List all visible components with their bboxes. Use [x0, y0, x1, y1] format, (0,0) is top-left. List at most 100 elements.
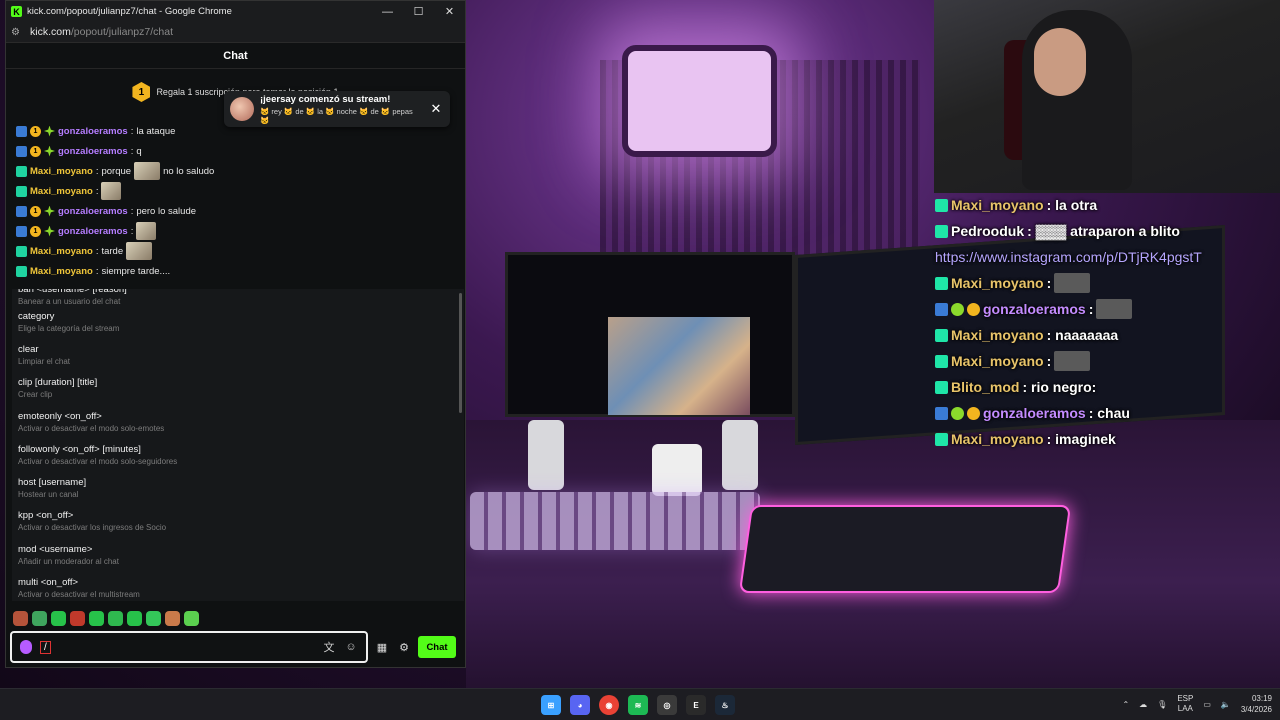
send-chat-button[interactable]: Chat: [418, 636, 456, 658]
settings-gear-icon[interactable]: ⚙: [396, 641, 412, 654]
chat-username[interactable]: gonzaloeramos: [58, 146, 128, 157]
command-item[interactable]: category Elige la categoría del stream: [12, 305, 464, 338]
command-item[interactable]: multi <on_off> Activar o desactivar el mu…: [12, 571, 464, 601]
command-name: host [username]: [18, 477, 87, 489]
monitor-icon[interactable]: ▭: [1203, 700, 1211, 709]
volume-icon[interactable]: 🔈: [1221, 700, 1231, 709]
overlay-chat-line: Maxi_moyano:: [935, 348, 1255, 374]
chat-username[interactable]: Maxi_moyano: [30, 266, 93, 277]
discord-icon[interactable]: ◕: [570, 695, 590, 715]
microphone-icon[interactable]: [20, 640, 32, 654]
emoji-picker-icon[interactable]: ☺: [344, 641, 358, 653]
clock[interactable]: 03:19 3/4/2026: [1241, 693, 1272, 715]
store-icon[interactable]: ▦: [374, 641, 390, 654]
gifter-badge-icon: 1: [30, 145, 41, 157]
site-settings-icon[interactable]: ⚙: [11, 27, 23, 38]
chat-username[interactable]: Maxi_moyano: [30, 166, 93, 177]
chat-username[interactable]: Maxi_moyano: [30, 246, 93, 257]
command-suggestions[interactable]: ban <username> [reason] Banear a un usuar…: [12, 289, 464, 601]
instagram-feed-image: [608, 317, 750, 415]
close-notification-button[interactable]: ✕: [428, 101, 444, 117]
overlay-chat-line: Pedrooduk: ▓▓▓ atraparon a blito: [935, 218, 1255, 244]
left-monitor: [505, 252, 795, 417]
overlay-chat-line: https://www.instagram.com/p/DTjRK4pgstT: [935, 244, 1255, 270]
chat-text: no lo saludo: [163, 165, 215, 177]
overlay-chat-line: Maxi_moyano: imaginek: [935, 426, 1255, 452]
command-description: Elige la categoría del stream: [18, 323, 120, 333]
command-item[interactable]: clear Limpiar el chat: [12, 338, 464, 371]
chat-text: pero lo salude: [136, 205, 197, 217]
command-item[interactable]: emoteonly <on_off> Activar o desactivar e…: [12, 405, 464, 438]
lang-code: ESP: [1177, 694, 1194, 703]
stream-start-notification[interactable]: ¡jeersay comenzó su stream! 🐱 rey 🐱 de 🐱…: [224, 91, 450, 127]
command-item[interactable]: followonly <on_off> [minutes] Activar o d…: [12, 438, 464, 471]
chat-input[interactable]: / 文 ☺: [10, 631, 368, 663]
obs-icon[interactable]: ◎: [657, 695, 677, 715]
translate-icon[interactable]: 文: [322, 639, 336, 655]
show-hidden-icons-icon[interactable]: ⌃: [1122, 700, 1129, 709]
chrome-icon[interactable]: ◉: [599, 695, 619, 715]
chat-message: 1 gonzaloeramos: pero lo salude: [16, 201, 456, 221]
scrollbar[interactable]: [459, 293, 462, 413]
chat-username[interactable]: Maxi_moyano: [30, 186, 93, 197]
emote-icon[interactable]: [108, 611, 123, 626]
command-item[interactable]: ban <username> [reason] Banear a un usuar…: [12, 289, 464, 306]
emote-icon[interactable]: [70, 611, 85, 626]
subscriber-badge-icon: [935, 354, 948, 368]
og-badge-icon: [44, 225, 55, 237]
overlay-username: Maxi_moyano: [951, 353, 1044, 369]
spotify-icon[interactable]: ≋: [628, 695, 648, 715]
chat-popup-window[interactable]: K kick.com/popout/julianpz7/chat - Googl…: [5, 0, 466, 668]
emote-icon[interactable]: [127, 611, 142, 626]
emote-icon[interactable]: [13, 611, 28, 626]
microphone-tray-icon[interactable]: 🎙: [1157, 700, 1167, 709]
language-indicator[interactable]: ESP LAA: [1177, 694, 1193, 714]
emote-icon[interactable]: [89, 611, 104, 626]
chat-input-row: / 文 ☺ ▦ ⚙ Chat: [10, 630, 465, 664]
address-bar[interactable]: ⚙ kick.com /popout/julianpz7/chat: [6, 22, 465, 43]
emote-icon[interactable]: [165, 611, 180, 626]
overlay-chat-line: Maxi_moyano:: [935, 270, 1255, 296]
command-item[interactable]: mod <username> Añadir un moderador al cha…: [12, 538, 464, 571]
chat-message: 1 gonzaloeramos: q: [16, 141, 456, 161]
close-window-button[interactable]: ✕: [434, 5, 465, 18]
steam-icon[interactable]: ♨: [715, 695, 735, 715]
subscriber-badge-icon: [935, 198, 948, 212]
emote-icon[interactable]: [184, 611, 199, 626]
og-badge-icon: [951, 406, 964, 420]
emote-icon[interactable]: [146, 611, 161, 626]
emote-image: [134, 162, 161, 180]
speaker-left: [528, 420, 564, 490]
vip-badge-icon: [935, 406, 948, 420]
emote-icon[interactable]: [51, 611, 66, 626]
gifter-badge-icon: [967, 406, 980, 420]
overlay-text: :: [1046, 275, 1052, 291]
command-name: kpp <on_off>: [18, 510, 74, 522]
overlay-username: Maxi_moyano: [951, 275, 1044, 291]
emote-icon[interactable]: [32, 611, 47, 626]
command-description: Banear a un usuario del chat: [18, 297, 121, 306]
chat-text: porque: [101, 165, 132, 177]
message-field[interactable]: /: [40, 638, 314, 656]
cloud-icon[interactable]: ☁: [1139, 700, 1147, 709]
notification-subtitle: 🐱 rey 🐱 de 🐱 la 🐱 noche 🐱 de 🐱 pepas 🐱: [260, 106, 413, 125]
vip-badge-icon: [16, 205, 27, 217]
title-bar[interactable]: K kick.com/popout/julianpz7/chat - Googl…: [6, 1, 465, 22]
overlay-text: : imaginek: [1046, 431, 1116, 447]
chat-username[interactable]: gonzaloeramos: [58, 206, 128, 217]
chat-message: Maxi_moyano: tarde: [16, 241, 456, 261]
windows-start-icon[interactable]: ⊞: [541, 695, 561, 715]
command-item[interactable]: host [username] Hostear un canal: [12, 471, 464, 504]
maximize-button[interactable]: ☐: [403, 5, 434, 18]
command-item[interactable]: clip [duration] [title] Crear clip: [12, 372, 464, 405]
command-item[interactable]: kpp <on_off> Activar o desactivar los ing…: [12, 505, 464, 538]
mousepad: [738, 505, 1072, 593]
overlay-chat-line: Maxi_moyano: la otra: [935, 192, 1255, 218]
chat-username[interactable]: gonzaloeramos: [58, 126, 128, 137]
clock-time: 03:19: [1251, 694, 1272, 703]
epic-games-icon[interactable]: E: [686, 695, 706, 715]
minimize-button[interactable]: —: [372, 6, 403, 18]
subscriber-badge-icon: [16, 165, 27, 177]
chat-username[interactable]: gonzaloeramos: [58, 226, 128, 237]
system-tray: ⌃ ☁ 🎙 ESP LAA ▭ 🔈 03:19 3/4/2026: [1122, 693, 1272, 715]
